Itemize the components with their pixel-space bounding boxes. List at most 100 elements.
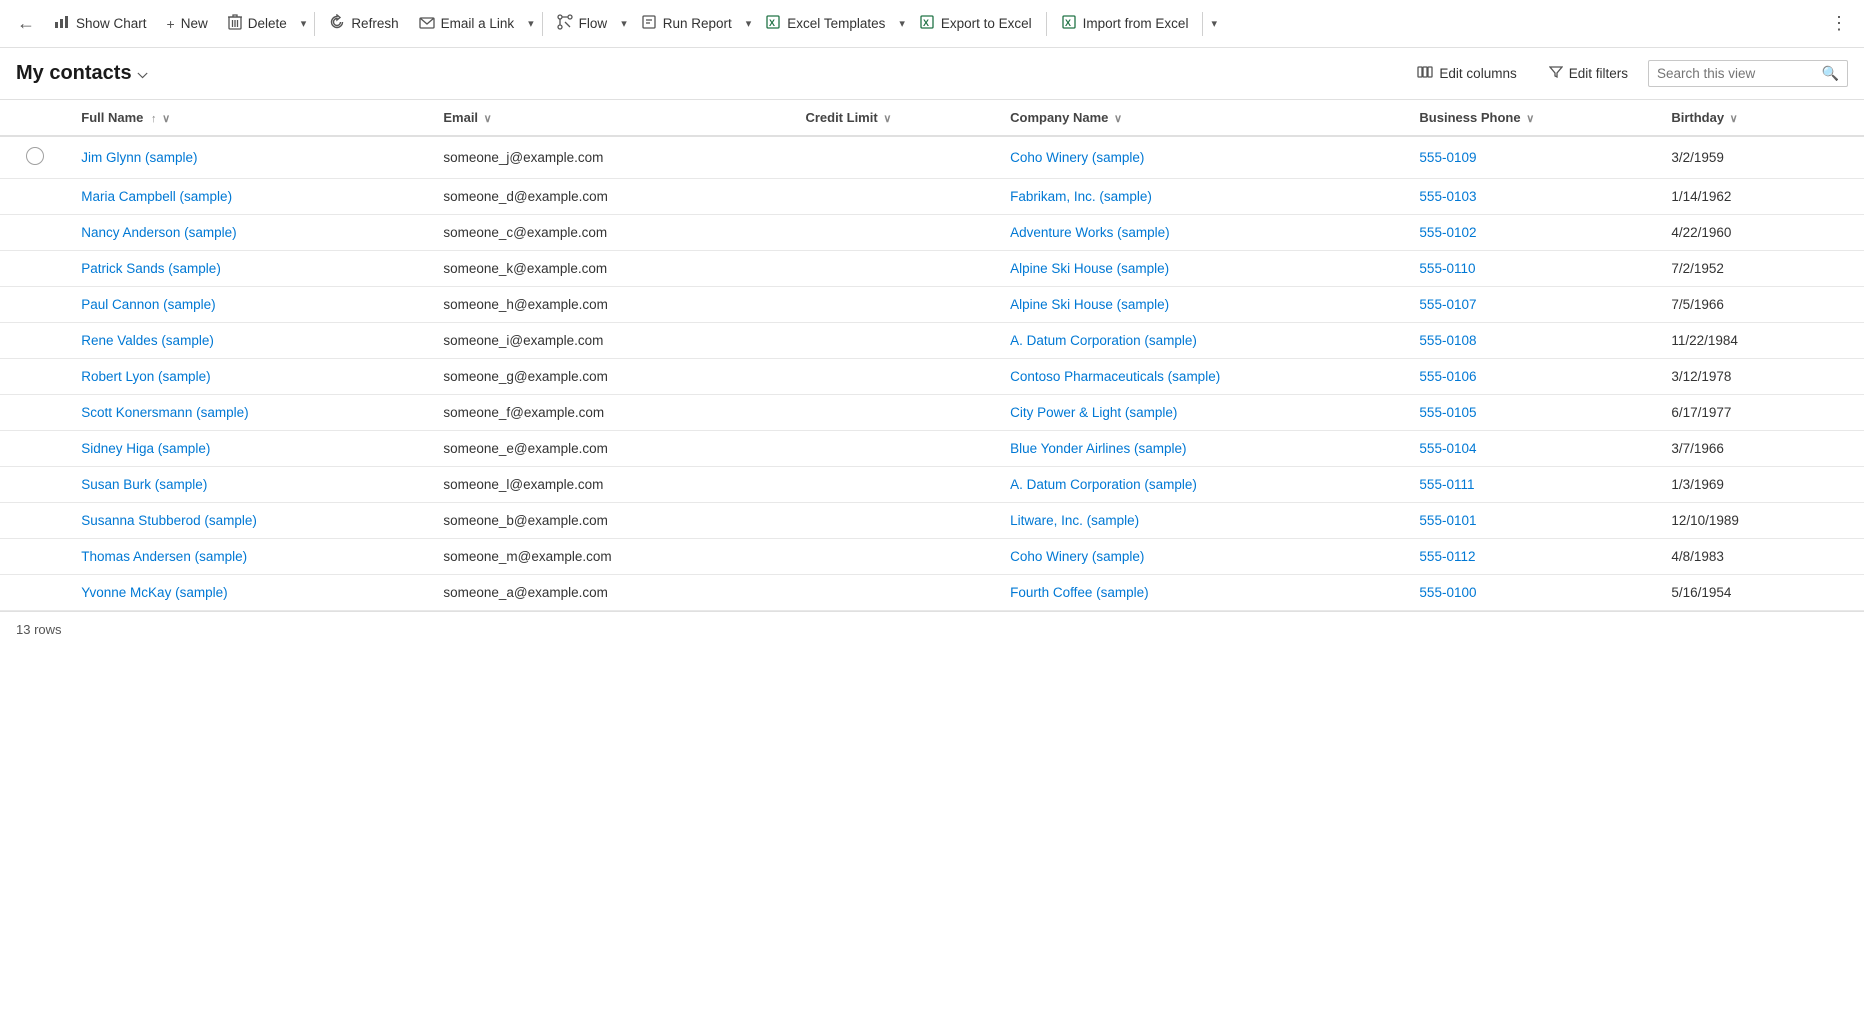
flow-dropdown[interactable]: ▾ — [617, 11, 631, 36]
company-link[interactable]: A. Datum Corporation (sample) — [1010, 333, 1197, 348]
name-link[interactable]: Rene Valdes (sample) — [81, 333, 214, 348]
edit-filters-button[interactable]: Edit filters — [1537, 59, 1640, 88]
company-link[interactable]: Coho Winery (sample) — [1010, 549, 1144, 564]
phone-link[interactable]: 555-0100 — [1419, 585, 1476, 600]
phone-link[interactable]: 555-0107 — [1419, 297, 1476, 312]
col-header-credit[interactable]: Credit Limit ∨ — [793, 100, 998, 136]
row-checkbox[interactable] — [26, 147, 44, 165]
row-name[interactable]: Maria Campbell (sample) — [69, 179, 431, 215]
row-company[interactable]: Adventure Works (sample) — [998, 215, 1407, 251]
row-company[interactable]: Coho Winery (sample) — [998, 539, 1407, 575]
excel-templates-dropdown[interactable]: ▾ — [895, 11, 909, 36]
company-link[interactable]: City Power & Light (sample) — [1010, 405, 1177, 420]
import-dropdown[interactable]: ▾ — [1207, 11, 1221, 36]
row-name[interactable]: Susan Burk (sample) — [69, 467, 431, 503]
edit-columns-button[interactable]: Edit columns — [1405, 58, 1528, 89]
col-header-email[interactable]: Email ∨ — [431, 100, 793, 136]
row-company[interactable]: A. Datum Corporation (sample) — [998, 323, 1407, 359]
company-link[interactable]: Adventure Works (sample) — [1010, 225, 1170, 240]
name-link[interactable]: Yvonne McKay (sample) — [81, 585, 227, 600]
row-company[interactable]: Alpine Ski House (sample) — [998, 251, 1407, 287]
name-link[interactable]: Sidney Higa (sample) — [81, 441, 210, 456]
row-company[interactable]: Alpine Ski House (sample) — [998, 287, 1407, 323]
search-input[interactable] — [1657, 66, 1816, 81]
name-link[interactable]: Jim Glynn (sample) — [81, 150, 197, 165]
row-company[interactable]: A. Datum Corporation (sample) — [998, 467, 1407, 503]
new-button[interactable]: + New — [157, 10, 218, 38]
row-phone[interactable]: 555-0110 — [1407, 251, 1659, 287]
col-header-company[interactable]: Company Name ∨ — [998, 100, 1407, 136]
more-options-button[interactable]: ⋮ — [1822, 9, 1856, 38]
back-button[interactable]: ← — [8, 6, 44, 42]
delete-button[interactable]: Delete — [218, 8, 297, 39]
email-link-button[interactable]: Email a Link — [409, 10, 525, 38]
row-company[interactable]: Blue Yonder Airlines (sample) — [998, 431, 1407, 467]
company-link[interactable]: Coho Winery (sample) — [1010, 150, 1144, 165]
export-excel-button[interactable]: X Export to Excel — [909, 8, 1042, 39]
phone-link[interactable]: 555-0101 — [1419, 513, 1476, 528]
phone-link[interactable]: 555-0104 — [1419, 441, 1476, 456]
row-name[interactable]: Susanna Stubberod (sample) — [69, 503, 431, 539]
name-link[interactable]: Maria Campbell (sample) — [81, 189, 232, 204]
name-link[interactable]: Nancy Anderson (sample) — [81, 225, 236, 240]
row-phone[interactable]: 555-0100 — [1407, 575, 1659, 611]
search-icon[interactable]: 🔍 — [1822, 65, 1839, 82]
company-link[interactable]: Alpine Ski House (sample) — [1010, 261, 1169, 276]
row-name[interactable]: Robert Lyon (sample) — [69, 359, 431, 395]
row-company[interactable]: Fabrikam, Inc. (sample) — [998, 179, 1407, 215]
row-company[interactable]: Fourth Coffee (sample) — [998, 575, 1407, 611]
name-link[interactable]: Susanna Stubberod (sample) — [81, 513, 257, 528]
phone-link[interactable]: 555-0103 — [1419, 189, 1476, 204]
row-company[interactable]: Coho Winery (sample) — [998, 136, 1407, 179]
row-name[interactable]: Sidney Higa (sample) — [69, 431, 431, 467]
col-header-phone[interactable]: Business Phone ∨ — [1407, 100, 1659, 136]
row-name[interactable]: Scott Konersmann (sample) — [69, 395, 431, 431]
view-title-chevron-icon[interactable]: ⌵ — [138, 66, 148, 82]
delete-dropdown[interactable]: ▾ — [297, 11, 311, 36]
phone-link[interactable]: 555-0109 — [1419, 150, 1476, 165]
phone-link[interactable]: 555-0108 — [1419, 333, 1476, 348]
name-link[interactable]: Thomas Andersen (sample) — [81, 549, 247, 564]
row-phone[interactable]: 555-0108 — [1407, 323, 1659, 359]
company-link[interactable]: Fabrikam, Inc. (sample) — [1010, 189, 1152, 204]
phone-link[interactable]: 555-0105 — [1419, 405, 1476, 420]
row-company[interactable]: Contoso Pharmaceuticals (sample) — [998, 359, 1407, 395]
company-link[interactable]: Blue Yonder Airlines (sample) — [1010, 441, 1186, 456]
row-name[interactable]: Paul Cannon (sample) — [69, 287, 431, 323]
row-phone[interactable]: 555-0106 — [1407, 359, 1659, 395]
flow-button[interactable]: Flow — [547, 8, 618, 39]
row-phone[interactable]: 555-0112 — [1407, 539, 1659, 575]
name-link[interactable]: Patrick Sands (sample) — [81, 261, 221, 276]
run-report-dropdown[interactable]: ▾ — [742, 11, 756, 36]
import-excel-button[interactable]: X Import from Excel — [1051, 8, 1199, 39]
company-link[interactable]: Fourth Coffee (sample) — [1010, 585, 1149, 600]
row-phone[interactable]: 555-0104 — [1407, 431, 1659, 467]
row-name[interactable]: Patrick Sands (sample) — [69, 251, 431, 287]
company-link[interactable]: A. Datum Corporation (sample) — [1010, 477, 1197, 492]
row-name[interactable]: Thomas Andersen (sample) — [69, 539, 431, 575]
company-link[interactable]: Alpine Ski House (sample) — [1010, 297, 1169, 312]
row-company[interactable]: Litware, Inc. (sample) — [998, 503, 1407, 539]
company-link[interactable]: Contoso Pharmaceuticals (sample) — [1010, 369, 1220, 384]
row-name[interactable]: Jim Glynn (sample) — [69, 136, 431, 179]
row-name[interactable]: Yvonne McKay (sample) — [69, 575, 431, 611]
row-phone[interactable]: 555-0109 — [1407, 136, 1659, 179]
phone-link[interactable]: 555-0112 — [1419, 549, 1475, 564]
row-phone[interactable]: 555-0101 — [1407, 503, 1659, 539]
phone-link[interactable]: 555-0111 — [1419, 477, 1474, 492]
company-link[interactable]: Litware, Inc. (sample) — [1010, 513, 1139, 528]
row-phone[interactable]: 555-0105 — [1407, 395, 1659, 431]
refresh-button[interactable]: Refresh — [319, 8, 408, 39]
phone-link[interactable]: 555-0102 — [1419, 225, 1476, 240]
col-header-name[interactable]: Full Name ↑ ∨ — [69, 100, 431, 136]
show-chart-button[interactable]: Show Chart — [44, 8, 157, 39]
row-company[interactable]: City Power & Light (sample) — [998, 395, 1407, 431]
name-link[interactable]: Robert Lyon (sample) — [81, 369, 210, 384]
excel-templates-button[interactable]: X Excel Templates — [755, 8, 895, 39]
phone-link[interactable]: 555-0110 — [1419, 261, 1475, 276]
phone-link[interactable]: 555-0106 — [1419, 369, 1476, 384]
name-link[interactable]: Scott Konersmann (sample) — [81, 405, 248, 420]
col-header-birthday[interactable]: Birthday ∨ — [1659, 100, 1864, 136]
row-phone[interactable]: 555-0107 — [1407, 287, 1659, 323]
row-name[interactable]: Nancy Anderson (sample) — [69, 215, 431, 251]
